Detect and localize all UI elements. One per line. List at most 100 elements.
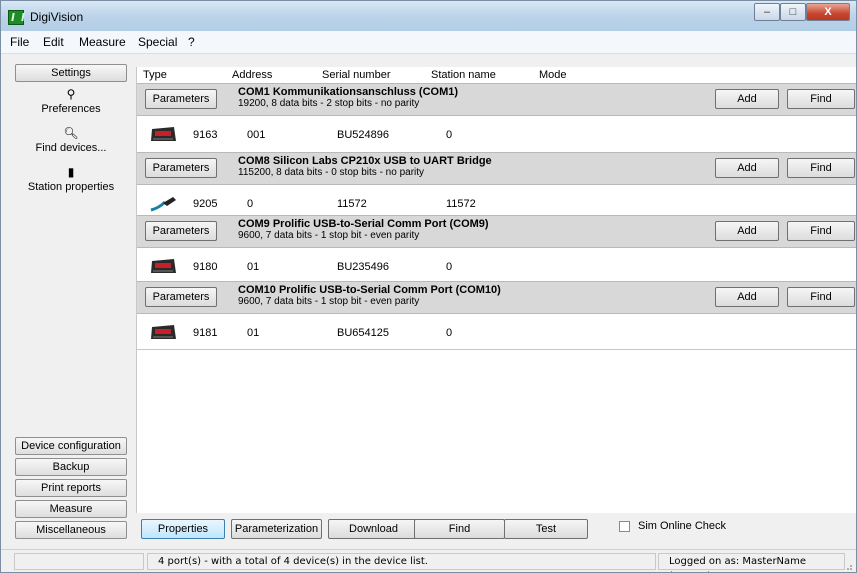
port-settings: 9600, 7 data bits - 1 stop bit - even pa… [238,230,420,241]
port-row: Parameters COM9 Prolific USB-to-Serial C… [137,215,856,248]
column-serial-number[interactable]: Serial number [322,67,390,83]
parameters-button[interactable]: Parameters [145,89,217,109]
add-button[interactable]: Add [715,287,779,307]
display-meter-icon [151,259,176,273]
find-button[interactable]: Find [787,287,855,307]
device-row[interactable]: 9180 01 BU235496 0 [137,248,856,284]
display-meter-icon [151,325,176,339]
app-window: DigiVision – □ X File Edit Measure Speci… [0,0,857,573]
sidebar-item-preferences[interactable]: ⚲ Preferences [15,87,127,115]
device-serial-number: BU524896 [337,129,389,141]
device-address: 001 [247,129,266,141]
menu-edit[interactable]: Edit [43,35,64,49]
device-address: 0 [247,198,254,210]
add-button[interactable]: Add [715,158,779,178]
measure-button[interactable]: Measure [15,500,127,518]
menu-file[interactable]: File [10,35,29,49]
menu-edit-label: Edit [43,35,64,49]
port-settings: 9600, 7 data bits - 1 stop bit - even pa… [238,296,420,307]
print-reports-button[interactable]: Print reports [15,479,127,497]
magnifier-icon: 🔍︎ [63,126,79,140]
status-panel-empty [14,553,144,570]
document-icon: ▮ [67,165,75,179]
menu-help[interactable]: ? [188,35,195,49]
port-row: Parameters COM1 Kommunikationsanschluss … [137,83,856,116]
device-list: Type Address Serial number Station name … [136,67,856,513]
port-name: COM8 Silicon Labs CP210x USB to UART Bri… [238,155,492,167]
device-serial-number: 11572 [337,198,367,210]
minimize-button[interactable]: – [754,3,780,21]
settings-button[interactable]: Settings [15,64,127,82]
column-type[interactable]: Type [143,67,167,83]
wrench-icon: ⚲ [66,87,76,101]
device-address: 01 [247,261,260,273]
port-name: COM9 Prolific USB-to-Serial Comm Port (C… [238,218,489,230]
display-meter-icon [151,127,176,141]
port-row: Parameters COM8 Silicon Labs CP210x USB … [137,152,856,185]
find-button[interactable]: Find [787,89,855,109]
status-bar: 4 port(s) - with a total of 4 device(s) … [1,549,856,572]
column-station-name[interactable]: Station name [431,67,496,83]
menu-measure-label: Measure [79,35,126,49]
device-station-name: 0 [446,327,453,339]
device-row[interactable]: 9181 01 BU654125 0 [137,314,856,350]
add-button[interactable]: Add [715,89,779,109]
resize-grip-icon[interactable] [843,561,853,571]
sim-online-check-label: Sim Online Check [638,520,727,532]
parameters-button[interactable]: Parameters [145,287,217,307]
menu-special[interactable]: Special [138,35,177,49]
sidebar-item-find-devices[interactable]: 🔍︎ Find devices... [15,126,127,154]
port-name: COM10 Prolific USB-to-Serial Comm Port (… [238,284,501,296]
device-address: 01 [247,327,260,339]
device-type: 9163 [193,129,218,141]
sidebar: Settings ⚲ Preferences 🔍︎ Find devices..… [15,63,127,541]
sidebar-item-label: Preferences [41,103,101,115]
parameters-button[interactable]: Parameters [145,221,217,241]
list-divider [137,349,856,350]
status-user: Logged on as: MasterName (Master) [658,553,845,572]
port-settings: 115200, 8 data bits - 0 stop bits - no p… [238,167,425,178]
find-button[interactable]: Find [787,158,855,178]
status-summary: 4 port(s) - with a total of 4 device(s) … [147,553,656,570]
device-station-name: 0 [446,261,453,273]
parameterization-button[interactable]: Parameterization [231,519,322,539]
sidebar-item-label: Find devices... [35,142,107,154]
device-row[interactable]: 9163 001 BU524896 0 [137,116,856,152]
app-logo-icon [8,10,24,25]
menu-measure[interactable]: Measure [79,35,126,49]
menu-file-label: File [10,35,30,49]
title-bar[interactable]: DigiVision – □ X [1,1,856,31]
properties-button[interactable]: Properties [141,519,225,539]
column-mode[interactable]: Mode [539,67,567,83]
device-type: 9180 [193,261,218,273]
menu-special-label: Special [138,35,178,49]
backup-button[interactable]: Backup [15,458,127,476]
window-title: DigiVision [30,10,84,24]
device-configuration-button[interactable]: Device configuration [15,437,127,455]
close-button[interactable]: X [806,3,850,21]
sim-online-check-checkbox[interactable] [619,521,630,532]
device-type: 9205 [193,198,218,210]
device-serial-number: BU654125 [337,327,389,339]
miscellaneous-button[interactable]: Miscellaneous [15,521,127,539]
device-serial-number: BU235496 [337,261,389,273]
find-button[interactable]: Find [414,519,505,539]
sidebar-item-label: Station properties [27,181,115,193]
port-name: COM1 Kommunikationsanschluss (COM1) [238,86,459,98]
maximize-button[interactable]: □ [780,3,806,21]
add-button[interactable]: Add [715,221,779,241]
probe-icon [150,197,176,212]
port-row: Parameters COM10 Prolific USB-to-Serial … [137,281,856,314]
find-button[interactable]: Find [787,221,855,241]
action-bar: Properties Parameterization Download Fin… [136,513,856,543]
device-station-name: 11572 [446,198,476,210]
parameters-button[interactable]: Parameters [145,158,217,178]
menu-help-label: ? [188,35,195,49]
sidebar-item-station-properties[interactable]: ▮ Station properties [15,165,127,193]
device-station-name: 0 [446,129,453,141]
download-button[interactable]: Download [328,519,419,539]
device-type: 9181 [193,327,218,339]
test-button[interactable]: Test [504,519,588,539]
menu-bar: File Edit Measure Special ? [1,31,856,54]
column-address[interactable]: Address [232,67,272,83]
